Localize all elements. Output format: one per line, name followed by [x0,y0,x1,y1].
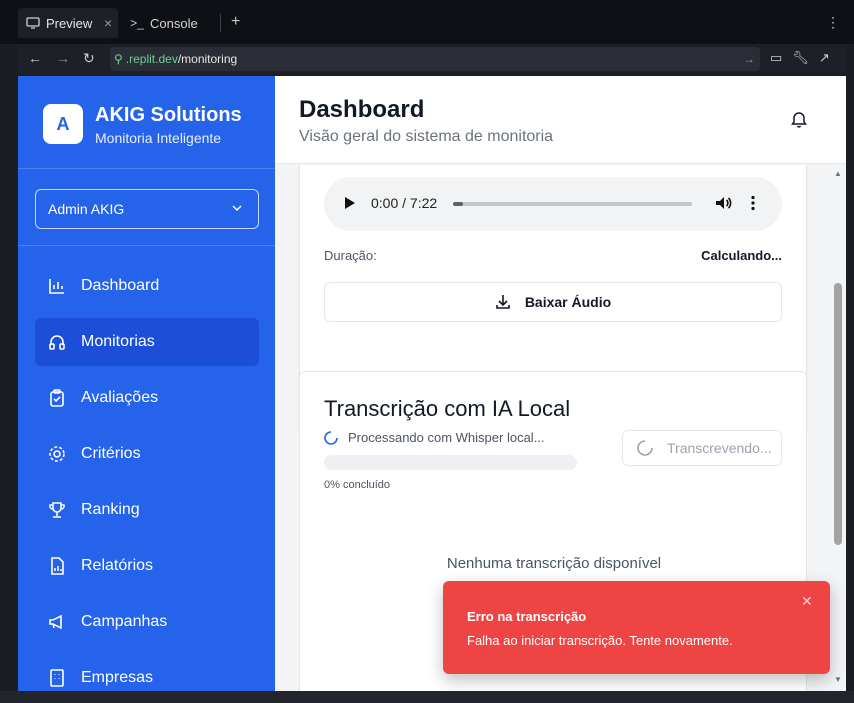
tab-label: Preview [46,15,93,31]
scrollbar-thumb[interactable] [834,283,842,545]
megaphone-icon [47,612,67,632]
clipboard-check-icon [47,388,67,408]
page-title: Dashboard [299,96,425,123]
window-bottom-edge [0,691,854,703]
audio-seek-bar[interactable] [453,202,692,206]
terminal-icon: >_ [130,16,144,30]
duration-label: Duração: [324,248,377,263]
processing-status: Processando com Whisper local... [324,430,545,445]
spinner-icon [637,440,653,456]
bell-icon[interactable] [791,110,807,133]
user-select-value: Admin AKIG [48,201,125,217]
spinner-icon [324,430,338,445]
tab-divider [220,14,221,32]
download-icon [495,294,511,310]
sidebar-item-relatorios[interactable]: Relatórios [35,542,259,590]
monitor-icon [26,16,40,30]
close-icon[interactable]: ✕ [801,593,813,610]
gear-icon [47,444,67,464]
go-arrow-icon[interactable]: → [743,52,755,66]
forward-icon[interactable]: → [56,50,70,66]
sidebar-divider [18,168,275,169]
reload-icon[interactable]: ↻ [83,50,95,67]
sidebar: A AKIG Solutions Monitoria Inteligente A… [18,76,275,691]
back-icon[interactable]: ← [28,50,42,66]
sidebar-item-avaliacoes[interactable]: Avaliações [35,374,259,422]
sidebar-item-label: Ranking [81,501,140,518]
external-link-icon[interactable]: ↗ [819,50,830,66]
audio-seek-fill [453,202,463,206]
app-viewport: A AKIG Solutions Monitoria Inteligente A… [18,76,846,691]
empty-transcription-message: Nenhuma transcrição disponível [446,555,662,572]
sidebar-item-empresas[interactable]: Empresas [35,654,259,691]
sidebar-item-ranking[interactable]: Ranking [35,486,259,534]
page-header: Dashboard Visão geral do sistema de moni… [275,76,846,164]
chevron-down-icon [230,201,244,218]
audio-player[interactable]: 0:00 / 7:22 [324,177,782,231]
download-audio-button[interactable]: Baixar Áudio [324,282,782,322]
new-tab-icon[interactable]: + [231,13,240,31]
headphones-icon [47,332,67,352]
volume-icon[interactable] [714,194,732,217]
wrench-icon[interactable]: 🔧︎ [792,50,809,66]
sidebar-item-label: Critérios [81,445,141,462]
sidebar-item-dashboard[interactable]: Dashboard [35,262,259,310]
sidebar-item-label: Empresas [81,669,154,686]
sidebar-item-criterios[interactable]: Critérios [35,430,259,478]
browser-window: Preview × >_ Console + ⋮ ← → ↻ ⚲ .replit… [0,0,854,703]
scrollbar[interactable]: ▲ ▼ [832,165,846,691]
error-toast: Erro na transcrição Falha ao iniciar tra… [443,581,830,674]
download-audio-label: Baixar Áudio [524,294,612,310]
bar-chart-icon [47,276,67,296]
sidebar-divider [18,245,275,246]
brand-name: AKIG Solutions [95,104,242,126]
transcription-title: Transcrição com IA Local [324,396,571,421]
sidebar-item-label: Monitorias [81,333,155,350]
play-icon[interactable] [344,196,356,215]
tab-console[interactable]: >_ Console [126,8,198,38]
url-path: /monitoring [177,52,238,66]
progress-text: 0% concluído [324,479,391,491]
sidebar-item-label: Relatórios [81,557,154,574]
browser-tab-bar: Preview × >_ Console + ⋮ [0,0,854,44]
sidebar-item-label: Campanhas [81,613,168,630]
audio-time: 0:00 / 7:22 [371,195,438,211]
sidebar-item-label: Dashboard [81,277,160,294]
close-tab-icon[interactable]: × [104,15,112,31]
url-host: .replit.dev [125,52,178,66]
duration-value: Calculando... [701,248,782,263]
tab-label: Console [150,15,198,31]
scroll-up-icon[interactable]: ▲ [834,169,842,178]
address-bar: ← → ↻ ⚲ .replit.dev/monitoring → ▭ 🔧︎ ↗ [18,44,846,74]
processing-text: Processando com Whisper local... [348,430,545,445]
sidebar-item-monitorias[interactable]: Monitorias [35,318,259,366]
transcription-progress-bar [324,455,577,470]
sidebar-item-campanhas[interactable]: Campanhas [35,598,259,646]
tab-preview[interactable]: Preview × [18,8,118,38]
toast-message: Falha ao iniciar transcrição. Tente nova… [467,633,733,648]
transcribe-button[interactable]: Transcrevendo... [622,430,782,466]
page-subtitle: Visão geral do sistema de monitoria [299,128,554,145]
more-options-icon[interactable]: ⋮ [826,14,840,31]
report-icon [47,556,67,576]
device-icon[interactable]: ▭ [770,50,782,66]
transcribe-button-label: Transcrevendo... [667,440,772,456]
brand-subtitle: Monitoria Inteligente [95,130,222,146]
toast-title: Erro na transcrição [467,609,587,624]
brand-logo: A [43,104,83,144]
scroll-down-icon[interactable]: ▼ [834,675,842,684]
sidebar-item-label: Avaliações [81,389,159,406]
more-options-icon[interactable] [750,194,756,217]
trophy-icon [47,500,67,520]
link-icon: ⚲ [114,52,123,66]
building-icon [47,668,67,688]
user-select[interactable]: Admin AKIG [35,189,259,229]
url-input[interactable]: ⚲ .replit.dev/monitoring [110,47,760,71]
